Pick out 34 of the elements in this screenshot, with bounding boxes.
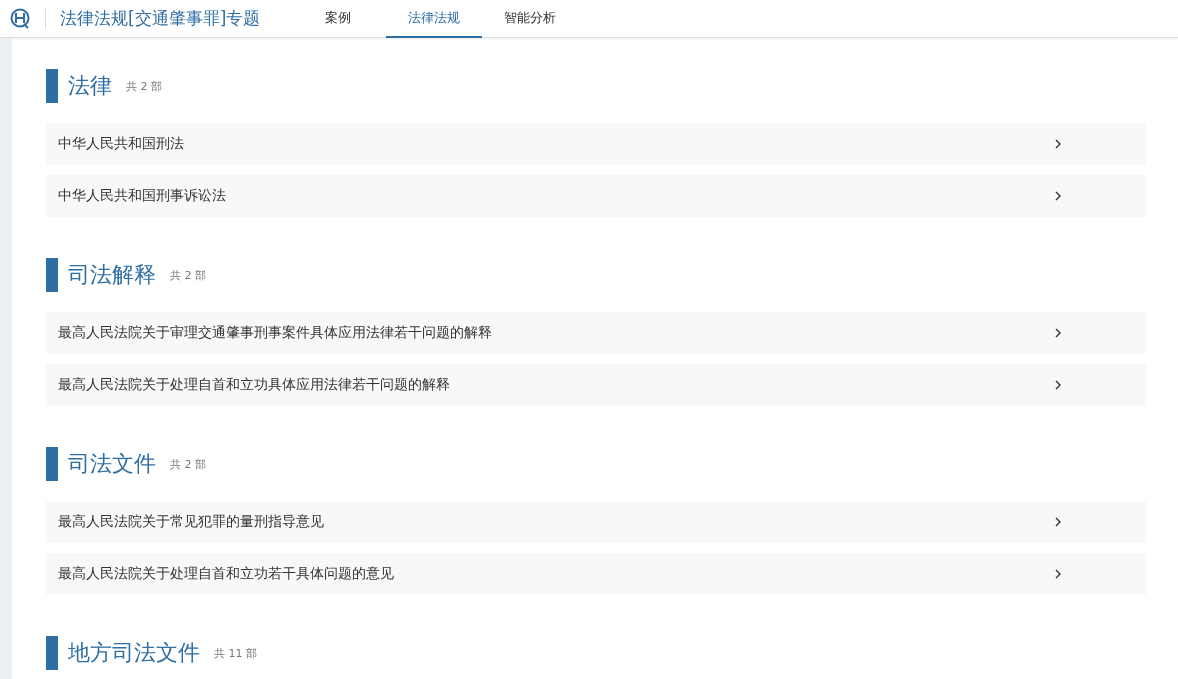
- chevron-right-icon: [1054, 380, 1062, 390]
- law-item[interactable]: 最高人民法院关于常见犯罪的量刑指导意见: [46, 501, 1146, 543]
- section-title: 法律: [68, 72, 112, 100]
- section-title: 司法解释: [68, 261, 156, 289]
- section-title: 司法文件: [68, 450, 156, 478]
- law-item[interactable]: 中华人民共和国刑法: [46, 123, 1146, 165]
- law-title: 中华人民共和国刑事诉讼法: [58, 187, 226, 205]
- nav-tab[interactable]: 智能分析: [482, 0, 579, 38]
- chevron-right-icon: [1054, 517, 1062, 527]
- nav-tab[interactable]: 法律法规: [386, 0, 483, 38]
- law-title: 中华人民共和国刑法: [58, 135, 184, 153]
- chevron-right-icon: [1054, 569, 1062, 579]
- page-title: 法律法规[交通肇事罪]专题: [60, 7, 261, 30]
- chevron-right-icon: [1054, 139, 1062, 149]
- heading-marker: [46, 258, 58, 292]
- count-label: 共 2 部: [170, 456, 206, 472]
- law-item[interactable]: 最高人民法院关于审理交通肇事刑事案件具体应用法律若干问题的解释: [46, 312, 1146, 354]
- count-label: 共 2 部: [170, 267, 206, 283]
- section-title: 地方司法文件: [68, 639, 200, 667]
- law-item[interactable]: 中华人民共和国刑事诉讼法: [46, 175, 1146, 217]
- chevron-right-icon: [1054, 328, 1062, 338]
- heading-marker: [46, 447, 58, 481]
- law-item[interactable]: 最高人民法院关于处理自首和立功具体应用法律若干问题的解释: [46, 364, 1146, 406]
- nav-tab[interactable]: 案例: [290, 0, 387, 38]
- law-item[interactable]: 最高人民法院关于处理自首和立功若干具体问题的意见: [46, 553, 1146, 595]
- law-title: 最高人民法院关于处理自首和立功若干具体问题的意见: [58, 565, 394, 583]
- heading-marker: [46, 636, 58, 670]
- count-label: 共 2 部: [126, 78, 162, 94]
- law-title: 最高人民法院关于审理交通肇事刑事案件具体应用法律若干问题的解释: [58, 324, 492, 342]
- heading-marker: [46, 69, 58, 103]
- law-title: 最高人民法院关于处理自首和立功具体应用法律若干问题的解释: [58, 376, 450, 394]
- chevron-right-icon: [1054, 191, 1062, 201]
- law-title: 最高人民法院关于常见犯罪的量刑指导意见: [58, 513, 324, 531]
- count-label: 共 11 部: [214, 645, 257, 661]
